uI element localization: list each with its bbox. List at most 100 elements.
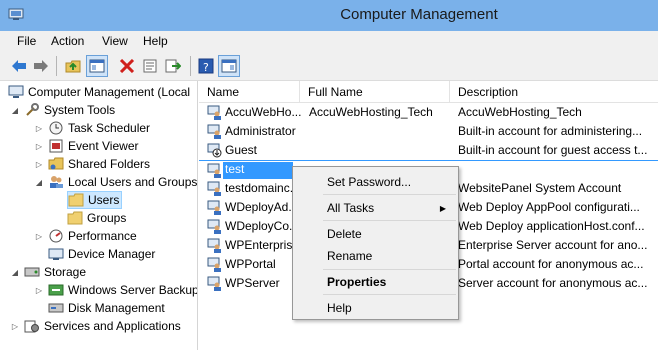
user-icon — [206, 257, 222, 272]
tree-label: Disk Management — [68, 301, 165, 315]
tree-item-task-scheduler[interactable]: ▷ Task Scheduler — [34, 119, 150, 137]
user-icon — [206, 238, 222, 253]
tree-label: Users — [88, 193, 120, 207]
expand-arrow-icon[interactable]: ▷ — [34, 142, 44, 151]
show-hide-action-pane-icon[interactable] — [218, 55, 240, 77]
export-list-icon[interactable] — [162, 55, 184, 77]
tree-label: Local Users and Groups — [68, 175, 198, 189]
user-icon — [206, 200, 222, 215]
user-description: Portal account for anonymous ac... — [458, 257, 644, 271]
column-header-name[interactable]: Name — [199, 81, 300, 103]
user-name: Administrator — [225, 124, 296, 138]
forward-arrow-icon[interactable] — [30, 55, 52, 77]
menu-view[interactable]: View — [102, 34, 128, 48]
show-hide-tree-icon[interactable] — [86, 55, 108, 77]
disk-icon — [48, 301, 64, 315]
tree-label: Performance — [68, 229, 137, 243]
table-row[interactable]: AccuWebHo... AccuWebHosting_Tech AccuWeb… — [199, 103, 658, 122]
expand-arrow-icon[interactable]: ▷ — [34, 160, 44, 169]
tree-item-storage[interactable]: ◢ Storage — [10, 263, 86, 281]
menu-item-delete[interactable]: Delete — [327, 227, 362, 241]
tree-label: Task Scheduler — [68, 121, 151, 135]
performance-icon — [48, 229, 64, 243]
user-description: Enterprise Server account for ano... — [458, 238, 648, 252]
user-description: Built-in account for administering... — [458, 124, 643, 138]
tree-item-disk-management[interactable]: Disk Management — [48, 299, 165, 317]
menu-item-all-tasks[interactable]: All Tasks — [327, 201, 374, 215]
menu-item-help[interactable]: Help — [327, 301, 352, 315]
delete-icon[interactable] — [116, 55, 138, 77]
services-icon — [24, 319, 40, 333]
tree-label: System Tools — [44, 103, 116, 117]
console-tree: Computer Management (Local ◢ System Tool… — [0, 81, 198, 350]
event-viewer-icon — [48, 139, 64, 153]
tree-label: Shared Folders — [68, 157, 151, 171]
user-name: Guest — [225, 143, 258, 157]
user-description: AccuWebHosting_Tech — [458, 105, 582, 119]
tree-label: Groups — [87, 211, 127, 225]
user-name: WDeployCo... — [225, 219, 300, 233]
tree-item-services-applications[interactable]: ▷ Services and Applications — [10, 317, 181, 335]
column-header-description[interactable]: Description — [450, 81, 658, 103]
user-icon — [206, 163, 222, 178]
help-icon[interactable]: ? — [195, 55, 217, 77]
table-row[interactable]: Administrator Built-in account for admin… — [199, 122, 658, 141]
expand-arrow-icon[interactable]: ▷ — [34, 286, 44, 295]
disabled-user-icon — [206, 143, 222, 158]
title-bar: Computer Management — [0, 0, 658, 31]
expand-arrow-icon[interactable]: ▷ — [10, 322, 20, 331]
expand-arrow-icon[interactable]: ▷ — [34, 124, 44, 133]
tree-item-users[interactable]: Users — [67, 191, 122, 209]
menu-item-set-password[interactable]: Set Password... — [327, 175, 411, 189]
collapse-arrow-icon[interactable]: ◢ — [34, 178, 44, 187]
menu-separator — [323, 269, 456, 270]
context-menu: Set Password... All Tasks ▶ Delete Renam… — [292, 166, 459, 320]
tree-label: Services and Applications — [44, 319, 181, 333]
tree-label: Storage — [44, 265, 87, 279]
collapse-arrow-icon[interactable]: ◢ — [10, 106, 20, 115]
menu-help[interactable]: Help — [143, 34, 168, 48]
menu-item-rename[interactable]: Rename — [327, 249, 372, 263]
tree-item-windows-server-backup[interactable]: ▷ Windows Server Backup — [34, 281, 198, 299]
table-row[interactable]: Guest Built-in account for guest access … — [199, 141, 658, 160]
user-description: Web Deploy applicationHost.conf... — [458, 219, 645, 233]
tree-label: Computer Management (Local — [28, 85, 191, 99]
submenu-arrow-icon: ▶ — [439, 204, 446, 213]
up-folder-icon[interactable] — [62, 55, 84, 77]
properties-icon[interactable] — [139, 55, 161, 77]
tree-item-device-manager[interactable]: Device Manager — [48, 245, 155, 263]
tree-item-shared-folders[interactable]: ▷ Shared Folders — [34, 155, 150, 173]
tree-item-performance[interactable]: ▷ Performance — [34, 227, 137, 245]
backup-icon — [48, 283, 64, 297]
menu-item-properties[interactable]: Properties — [327, 275, 386, 289]
folder-icon — [67, 211, 83, 225]
tree-label: Event Viewer — [68, 139, 139, 153]
menu-action[interactable]: Action — [51, 34, 84, 48]
column-header-full-name[interactable]: Full Name — [300, 81, 450, 103]
device-manager-icon — [48, 247, 64, 261]
user-description: WebsitePanel System Account — [458, 181, 622, 195]
menu-file[interactable]: File — [17, 34, 36, 48]
user-icon — [206, 105, 222, 120]
user-name: WPEnterpris... — [225, 238, 303, 252]
expand-arrow-icon[interactable]: ▷ — [34, 232, 44, 241]
user-name: AccuWebHo... — [225, 105, 302, 119]
user-icon — [206, 276, 222, 291]
user-name: test — [223, 162, 293, 179]
tree-label: Windows Server Backup — [68, 283, 198, 297]
back-arrow-icon[interactable] — [8, 55, 30, 77]
tools-icon — [24, 103, 40, 117]
tree-item-system-tools[interactable]: ◢ System Tools — [10, 101, 115, 119]
toolbar: ? — [0, 51, 658, 81]
tree-item-local-users-groups[interactable]: ◢ Local Users and Groups — [34, 173, 197, 191]
tree-root[interactable]: Computer Management (Local — [8, 83, 190, 101]
users-group-icon — [48, 175, 64, 189]
user-description: Web Deploy AppPool configurati... — [458, 200, 640, 214]
tree-item-groups[interactable]: Groups — [67, 209, 126, 227]
svg-text:?: ? — [203, 61, 209, 74]
tree-item-event-viewer[interactable]: ▷ Event Viewer — [34, 137, 139, 155]
menu-separator — [323, 294, 456, 295]
collapse-arrow-icon[interactable]: ◢ — [10, 268, 20, 277]
clock-icon — [48, 121, 64, 135]
user-icon — [206, 181, 222, 196]
